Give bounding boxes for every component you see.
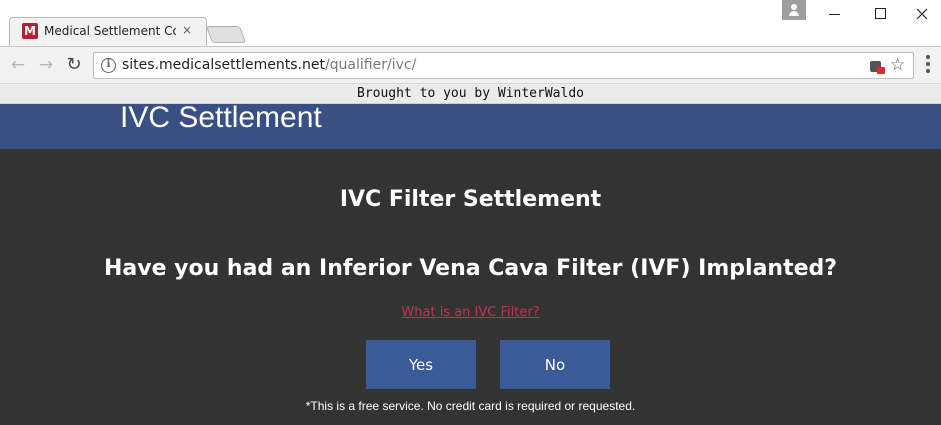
no-button[interactable]: No [500,340,610,389]
tab-close-icon[interactable]: × [180,23,194,37]
close-window-button[interactable] [899,0,941,28]
site-header: IVC Settlement [0,104,941,149]
reload-icon[interactable]: ↻ [63,54,85,76]
menu-dot [926,55,930,59]
browser-toolbar: ← → ↻ i sites.medicalsettlements.net/qua… [0,46,941,83]
menu-dot [926,62,930,66]
site-header-title[interactable]: IVC Settlement [120,104,322,135]
url-path: /qualifier/ivc/ [324,57,417,73]
bookmark-star-icon[interactable]: ☆ [890,55,905,75]
tab-title[interactable]: Medical Settlement Com [44,24,176,38]
minimize-button[interactable] [812,0,858,28]
close-icon [916,8,928,20]
address-bar[interactable]: i sites.medicalsettlements.net/qualifier… [93,52,914,79]
main-content: IVC Filter Settlement Have you had an In… [0,149,941,425]
back-arrow-icon[interactable]: ← [7,54,29,76]
extension-puzzle-icon[interactable] [869,58,885,74]
new-tab-button[interactable] [205,26,247,43]
qualifier-question: Have you had an Inferior Vena Cava Filte… [103,256,838,281]
forward-arrow-icon[interactable]: → [35,54,57,76]
menu-dots-icon[interactable] [922,55,934,75]
yes-button[interactable]: Yes [366,340,476,389]
extension-badge [877,67,885,74]
what-is-ivc-filter-link[interactable]: What is an IVC Filter? [0,305,941,320]
page-title: IVC Filter Settlement [339,187,602,212]
maximize-icon [875,8,886,19]
extension-banner: Brought to you by WinterWaldo [0,83,941,104]
site-favicon-icon: M [22,23,38,39]
browser-titlebar: M Medical Settlement Com × [0,0,941,46]
profile-icon[interactable] [782,0,806,20]
site-info-icon[interactable]: i [101,58,116,73]
menu-dot [926,69,930,73]
banner-text: Brought to you by WinterWaldo [357,86,584,101]
disclaimer-text: *This is a free service. No credit card … [305,399,636,413]
maximize-button[interactable] [858,0,904,28]
minimize-icon [829,14,840,15]
url-host: sites.medicalsettlements.net [122,57,325,73]
url-text[interactable]: sites.medicalsettlements.net/qualifier/i… [122,57,416,73]
